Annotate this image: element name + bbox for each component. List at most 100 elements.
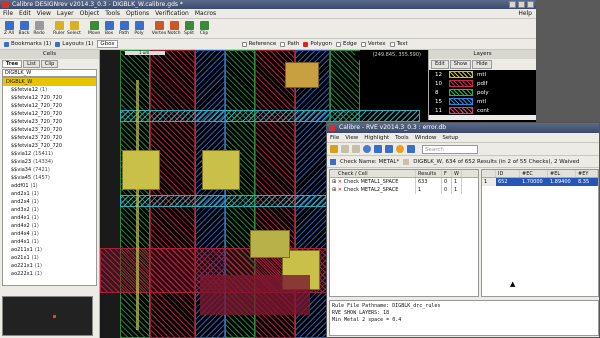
- path-toggle[interactable]: Path: [280, 41, 299, 47]
- layers-hide-button[interactable]: Hide: [472, 60, 492, 69]
- close-button[interactable]: [527, 1, 534, 8]
- tree-item[interactable]: ao211x1 (1): [3, 246, 96, 254]
- tree-item[interactable]: addf01 (1): [3, 182, 96, 190]
- check-row[interactable]: ⊞ ✕ Check METAL2_SPACE 1 0 1: [330, 186, 478, 194]
- col-f[interactable]: F: [442, 170, 452, 177]
- gbox-select[interactable]: Gbox: [97, 40, 118, 48]
- rve-menu-tools[interactable]: Tools: [395, 135, 409, 141]
- tree-item[interactable]: $$via45 (1457): [3, 174, 96, 182]
- tree-item-top-cell[interactable]: DIGBLK_W: [3, 78, 96, 86]
- col-w[interactable]: W: [452, 170, 462, 177]
- toolbar-ruler-button[interactable]: Ruler: [52, 19, 66, 36]
- tree-item[interactable]: ao21x1 (1): [3, 254, 96, 262]
- menu-layer[interactable]: Layer: [57, 10, 74, 17]
- layers-edit-button[interactable]: Edit: [431, 60, 449, 69]
- detail-row-selected[interactable]: 1 652 1.70000 1.89400 8.35: [482, 178, 598, 186]
- polygon-toggle[interactable]: Polygon: [303, 41, 332, 47]
- arrow-right-icon[interactable]: [385, 145, 393, 153]
- tree-item[interactable]: ao222x1 (1): [3, 270, 96, 278]
- col-check-cell[interactable]: Check / Cell: [330, 170, 416, 177]
- tree-item[interactable]: $$fetvia12_720_720: [3, 94, 96, 102]
- rve-search-input[interactable]: Search: [422, 144, 478, 154]
- tree-item[interactable]: $$fetvia23_720_720: [3, 142, 96, 150]
- tree-item[interactable]: $$via23 (14334): [3, 158, 96, 166]
- toolbar-box-button[interactable]: Box: [102, 19, 116, 36]
- col-results[interactable]: Results: [416, 170, 442, 177]
- tree-item[interactable]: $$fetvia12 (1): [3, 86, 96, 94]
- tree-item[interactable]: $$fetvia23_720_720: [3, 118, 96, 126]
- tree-item[interactable]: ao221x1 (1): [3, 262, 96, 270]
- overview-thumbnail[interactable]: [2, 296, 93, 336]
- tab-tree[interactable]: Tree: [2, 60, 23, 68]
- zoom-icon[interactable]: [407, 145, 415, 153]
- toolbar-notch-button[interactable]: Notch: [167, 19, 181, 36]
- menu-verification[interactable]: Verification: [155, 10, 189, 17]
- toolbar-select-button[interactable]: Select: [67, 19, 81, 36]
- menu-edit[interactable]: Edit: [19, 10, 31, 17]
- tree-item[interactable]: $$fetvia12_720_720: [3, 110, 96, 118]
- col-ec[interactable]: #EC: [520, 170, 548, 177]
- tree-item[interactable]: and2x1 (1): [3, 190, 96, 198]
- rve-menu-view[interactable]: View: [345, 135, 358, 141]
- menu-macros[interactable]: Macros: [195, 10, 216, 17]
- rve-menu-setup[interactable]: Setup: [442, 135, 458, 141]
- toolbar-redo-button[interactable]: Redo: [32, 19, 46, 36]
- menu-object[interactable]: Object: [80, 10, 100, 17]
- rve-menu-highlight[interactable]: Highlight: [364, 135, 389, 141]
- open-db-icon[interactable]: [330, 145, 338, 153]
- vertex-toggle[interactable]: Vertex: [360, 41, 386, 47]
- text-toggle[interactable]: Text: [389, 41, 408, 47]
- check-name-filter[interactable]: Check Name: METAL*: [340, 159, 399, 165]
- tree-item[interactable]: $$fetvia23_720_720: [3, 134, 96, 142]
- highlight-icon[interactable]: [396, 145, 404, 153]
- menu-file[interactable]: File: [3, 10, 13, 17]
- layer-row[interactable]: 15 mtl: [429, 97, 536, 106]
- tree-item[interactable]: and4x2 (1): [3, 222, 96, 230]
- menu-options[interactable]: Options: [126, 10, 149, 17]
- rve-menu-window[interactable]: Window: [415, 135, 437, 141]
- check-row[interactable]: ⊞ ✕ Check METAL1_SPACE 633 0 1: [330, 178, 478, 186]
- expand-icon[interactable]: ⊞: [332, 187, 336, 193]
- minimize-button[interactable]: [509, 1, 516, 8]
- layers-show-button[interactable]: Show: [449, 60, 472, 69]
- tree-item[interactable]: $$via12 (15411): [3, 150, 96, 158]
- toolbar-z-all-button[interactable]: Z All: [2, 19, 16, 36]
- toolbar-back-button[interactable]: Back: [17, 19, 31, 36]
- tree-item[interactable]: and4x4 (1): [3, 230, 96, 238]
- tree-item[interactable]: $$fetvia12_720_720: [3, 102, 96, 110]
- config-icon[interactable]: [341, 145, 349, 153]
- toolbar-poly-button[interactable]: Poly: [132, 19, 146, 36]
- reference-toggle[interactable]: Reference: [241, 41, 276, 47]
- edge-toggle[interactable]: Edge: [336, 41, 357, 47]
- tree-item[interactable]: $$via34 (7421): [3, 166, 96, 174]
- expand-icon[interactable]: ⊞: [332, 179, 336, 185]
- rve-menu-file[interactable]: File: [330, 135, 339, 141]
- layer-row[interactable]: 11 cont: [429, 106, 536, 115]
- tab-clip[interactable]: Clip: [40, 60, 59, 68]
- tree-item[interactable]: and4x1 (1): [3, 238, 96, 246]
- col-el[interactable]: #EL: [548, 170, 576, 177]
- toolbar-vertex-button[interactable]: Vertex: [152, 19, 166, 36]
- tab-list[interactable]: List: [23, 60, 40, 68]
- menu-help[interactable]: Help: [518, 10, 532, 17]
- top-cell-field[interactable]: DIGBLK_W: [2, 69, 97, 77]
- filter-icon[interactable]: [352, 145, 360, 153]
- bookmarks-button[interactable]: Bookmarks (1): [4, 41, 51, 47]
- globe-icon[interactable]: [363, 145, 371, 153]
- filter-check-icon[interactable]: [330, 158, 336, 165]
- toolbar-path-button[interactable]: Path: [117, 19, 131, 36]
- toolbar-clip-button[interactable]: Clip: [197, 19, 211, 36]
- toolbar-move-button[interactable]: Move: [87, 19, 101, 36]
- layer-row[interactable]: 12 mtl: [429, 70, 536, 79]
- col-ey[interactable]: #EY: [576, 170, 598, 177]
- layer-row[interactable]: 8 poly: [429, 88, 536, 97]
- menu-view[interactable]: View: [37, 10, 51, 17]
- tree-item[interactable]: and3x2 (1): [3, 206, 96, 214]
- tree-item[interactable]: and4x1 (1): [3, 214, 96, 222]
- col-id[interactable]: ID: [496, 170, 520, 177]
- layouts-button[interactable]: Layouts (1): [55, 41, 93, 47]
- menu-tools[interactable]: Tools: [105, 10, 120, 17]
- maximize-button[interactable]: [518, 1, 525, 8]
- toolbar-split-button[interactable]: Split: [182, 19, 196, 36]
- layer-row[interactable]: 10 pdif: [429, 79, 536, 88]
